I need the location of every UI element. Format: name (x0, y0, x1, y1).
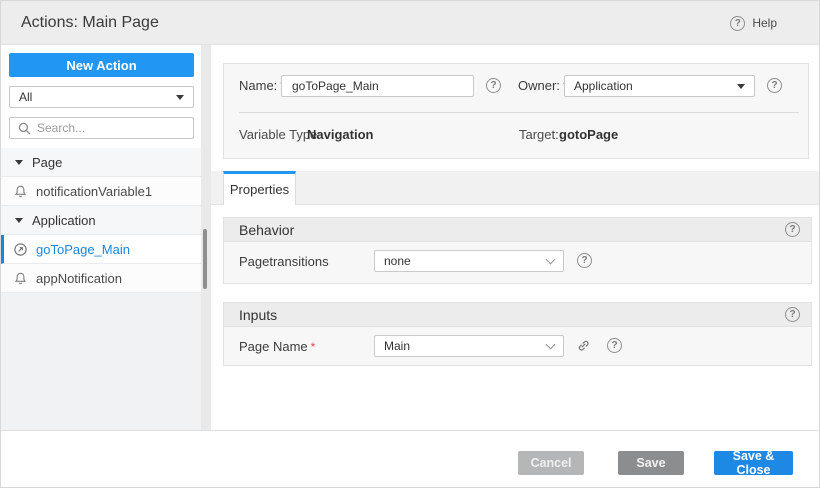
inputs-section: Inputs ? Page Name * Main ? (223, 302, 812, 366)
inputs-help-icon[interactable]: ? (785, 307, 800, 322)
tree-group-label: Application (32, 212, 96, 228)
inputs-section-header: Inputs ? (224, 303, 811, 327)
filter-select-value: All (19, 90, 33, 104)
notification-icon (13, 271, 28, 286)
pagetransitions-help-icon[interactable]: ? (577, 253, 592, 268)
pagetransitions-select-value: none (384, 254, 411, 268)
inputs-section-title: Inputs (239, 306, 278, 323)
pagetransitions-label: Pagetransitions (239, 254, 329, 269)
name-label: Name:* (239, 78, 285, 93)
pagetransitions-select[interactable]: none (374, 250, 564, 272)
tree-group-page[interactable]: Page (1, 148, 201, 177)
chevron-down-icon (545, 339, 556, 350)
behavior-section: Behavior ? Pagetransitions none ? (223, 217, 812, 284)
tree-item-label: notificationVariable1 (36, 183, 153, 199)
main-content: Name:* ? Owner:* Application ? Variable … (211, 45, 819, 430)
chevron-down-icon (176, 94, 184, 100)
sidebar-scrollbar-track (201, 45, 211, 430)
tree-item-notificationvariable1[interactable]: notificationVariable1 (1, 177, 201, 206)
panel-divider (239, 112, 799, 113)
page-name-select-value: Main (384, 339, 411, 353)
save-button[interactable]: Save (618, 451, 684, 475)
goto-page-icon (13, 242, 28, 257)
owner-help-icon[interactable]: ? (767, 78, 782, 93)
bind-link-icon[interactable] (574, 336, 592, 354)
required-marker: * (310, 340, 316, 354)
behavior-section-title: Behavior (239, 221, 295, 238)
search-input[interactable] (37, 121, 167, 135)
tree-group-label: Page (32, 154, 63, 170)
chevron-down-icon (545, 254, 556, 265)
name-input[interactable] (281, 75, 474, 97)
page-name-help-icon[interactable]: ? (607, 338, 622, 353)
behavior-section-header: Behavior ? (224, 218, 811, 242)
sidebar: New Action All Page notificationVariable… (1, 45, 201, 430)
owner-select-value: Application (574, 79, 633, 93)
header: Actions: Main Page ? Help (1, 1, 819, 45)
page-name-select[interactable]: Main (374, 335, 564, 357)
actions-tree: Page notificationVariable1 Application g… (1, 148, 201, 293)
tab-strip: Properties (211, 171, 819, 205)
pagetransitions-row: Pagetransitions none ? (224, 242, 811, 307)
tree-group-application[interactable]: Application (1, 206, 201, 235)
footer-bar: Cancel Save Save & Close (1, 430, 819, 487)
tree-item-label: goToPage_Main (36, 241, 130, 257)
save-and-close-button[interactable]: Save & Close (714, 449, 793, 477)
help-label: Help (752, 16, 777, 30)
search-icon (18, 122, 31, 135)
tab-properties[interactable]: Properties (223, 171, 296, 205)
owner-select[interactable]: Application (564, 75, 755, 97)
expander-icon[interactable] (15, 159, 23, 165)
tree-item-gotopage-main[interactable]: goToPage_Main (1, 235, 201, 264)
search-box (9, 117, 194, 139)
sidebar-empty-area (1, 293, 201, 430)
tree-item-appnotification[interactable]: appNotification (1, 264, 201, 293)
target-label: Target: (519, 127, 559, 142)
name-help-icon[interactable]: ? (486, 78, 501, 93)
page-title: Actions: Main Page (21, 13, 159, 31)
chevron-down-icon (737, 83, 745, 89)
notification-icon (13, 184, 28, 199)
behavior-help-icon[interactable]: ? (785, 222, 800, 237)
owner-label: Owner:* (518, 78, 568, 93)
page-name-row: Page Name * Main ? (224, 327, 811, 389)
filter-select[interactable]: All (9, 86, 194, 108)
action-summary-panel: Name:* ? Owner:* Application ? Variable … (223, 63, 809, 159)
new-action-button[interactable]: New Action (9, 53, 194, 77)
variable-type-value: Navigation (307, 127, 374, 142)
tree-item-label: appNotification (36, 270, 122, 286)
help-icon: ? (730, 15, 746, 31)
cancel-button[interactable]: Cancel (518, 451, 584, 475)
target-value: gotoPage (559, 127, 619, 142)
sidebar-scrollbar-thumb[interactable] (203, 229, 207, 289)
actions-editor-window: Actions: Main Page ? Help New Action All… (0, 0, 820, 488)
page-name-label: Page Name * (239, 339, 316, 354)
help-button[interactable]: ? Help (730, 1, 777, 45)
expander-icon[interactable] (15, 217, 23, 223)
